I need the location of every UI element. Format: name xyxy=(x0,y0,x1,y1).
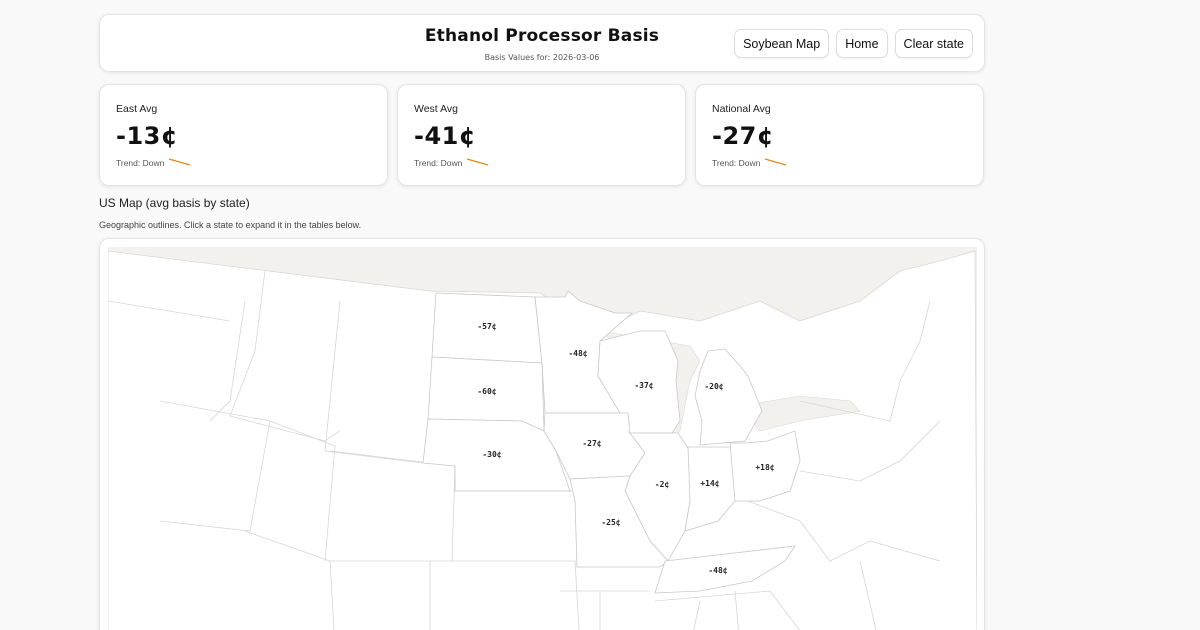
state-basis-label: -48¢ xyxy=(568,349,587,358)
stat-trend: Trend: Down xyxy=(414,158,463,168)
state-basis-label: -37¢ xyxy=(634,381,653,390)
stat-value: -27¢ xyxy=(712,122,775,150)
state-basis-label: -27¢ xyxy=(582,439,601,448)
stat-card-west: West Avg -41¢ Trend: Down xyxy=(397,84,686,186)
state-basis-label: -30¢ xyxy=(482,450,501,459)
us-map: -57¢ -60¢ -48¢ -37¢ -20¢ -30¢ -27¢ -2¢ +14¢ +18¢ -… xyxy=(108,247,977,630)
stat-card-east: East Avg -13¢ Trend: Down xyxy=(99,84,388,186)
stat-label: West Avg xyxy=(414,103,458,115)
state-basis-label: -60¢ xyxy=(477,387,496,396)
state-basis-label: -20¢ xyxy=(704,382,723,391)
soybean-map-button[interactable]: Soybean Map xyxy=(734,29,830,58)
stat-trend: Trend: Down xyxy=(116,158,165,168)
map-section-title: US Map (avg basis by state) xyxy=(99,196,250,210)
state-basis-label: -57¢ xyxy=(477,322,496,331)
trend-down-sparkline-icon xyxy=(168,158,191,166)
state-basis-label: +18¢ xyxy=(755,463,774,472)
stat-label: National Avg xyxy=(712,103,771,115)
stat-trend: Trend: Down xyxy=(712,158,761,168)
trend-down-sparkline-icon xyxy=(466,158,489,166)
us-map-card: -57¢ -60¢ -48¢ -37¢ -20¢ -30¢ -27¢ -2¢ +14¢ +18¢ -… xyxy=(99,238,985,630)
state-basis-label: +14¢ xyxy=(700,479,719,488)
stat-card-national: National Avg -27¢ Trend: Down xyxy=(695,84,984,186)
state-basis-label: -48¢ xyxy=(708,566,727,575)
home-button[interactable]: Home xyxy=(836,29,888,58)
stat-value: -13¢ xyxy=(116,122,179,150)
state-basis-label: -25¢ xyxy=(601,518,620,527)
header-actions: Soybean Map Home Clear state xyxy=(734,29,973,58)
stat-label: East Avg xyxy=(116,103,158,115)
clear-state-button[interactable]: Clear state xyxy=(894,29,973,58)
map-section-subtitle: Geographic outlines. Click a state to ex… xyxy=(99,220,362,230)
trend-down-sparkline-icon xyxy=(764,158,787,166)
header-card: Ethanol Processor Basis Basis Values for… xyxy=(99,14,985,72)
state-basis-label: -2¢ xyxy=(655,480,670,489)
stat-value: -41¢ xyxy=(414,122,477,150)
